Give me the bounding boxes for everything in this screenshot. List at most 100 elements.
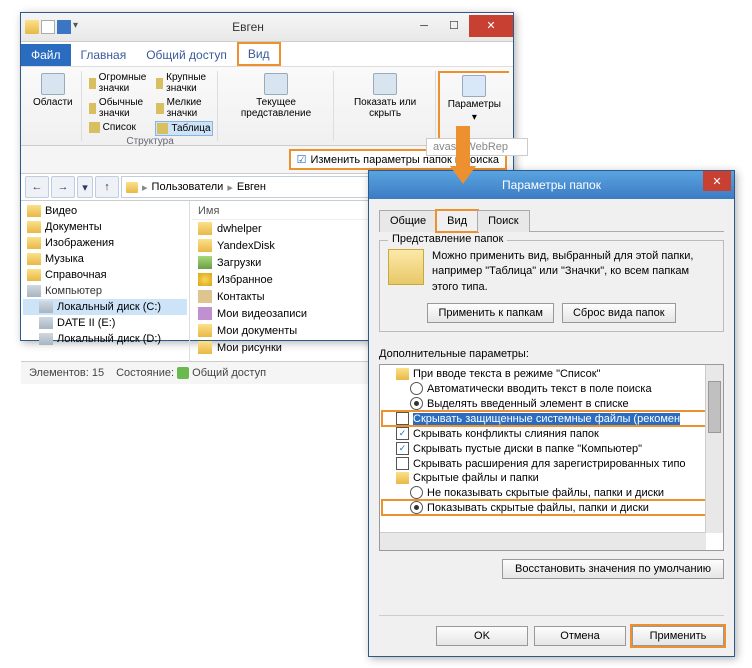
checkbox-icon[interactable] (396, 442, 409, 455)
radio-icon[interactable] (410, 397, 423, 410)
nav-up-button[interactable]: ↑ (95, 176, 119, 198)
tree-node[interactable]: Локальный диск (C:) (23, 299, 187, 315)
advanced-label: Дополнительные параметры: (379, 348, 724, 360)
view-normal[interactable]: Обычные значки (88, 96, 152, 120)
tab-view[interactable]: Вид (237, 42, 281, 66)
adv-setting-item[interactable]: При вводе текста в режиме "Список" (382, 367, 708, 381)
tree-node[interactable]: Видео (23, 203, 187, 219)
ribbon-tabs: Файл Главная Общий доступ Вид (21, 42, 513, 67)
view-list[interactable]: Список (88, 121, 152, 134)
dtab-general[interactable]: Общие (379, 210, 437, 232)
adv-setting-item[interactable]: Показывать скрытые файлы, папки и диски (382, 500, 708, 515)
breadcrumb-users[interactable]: Пользователи (152, 181, 224, 193)
tree-node[interactable]: Документы (23, 219, 187, 235)
view-list-right: Крупные значки Мелкие значки Таблица (155, 71, 212, 136)
qat-dropdown-icon[interactable]: ▾ (73, 20, 87, 34)
horizontal-scrollbar[interactable] (380, 532, 706, 550)
show-hide-button[interactable]: Показать или скрыть (340, 71, 431, 121)
layout-icon (156, 78, 163, 89)
radio-icon[interactable] (410, 382, 423, 395)
tree-node[interactable]: Справочная (23, 267, 187, 283)
group-label-layout: Структура (126, 136, 173, 147)
dialog-tabs: Общие Вид Поиск (379, 209, 724, 232)
adv-setting-item[interactable]: Скрывать конфликты слияния папок (382, 426, 708, 441)
dtab-search[interactable]: Поиск (477, 210, 529, 232)
address-bar[interactable]: ▸ Пользователи ▸ Евген (121, 176, 407, 198)
breadcrumb-current[interactable]: Евген (237, 181, 266, 193)
current-view-button[interactable]: Текущее представление (224, 71, 329, 121)
minimize-button[interactable]: ─ (409, 15, 439, 37)
view-huge[interactable]: Огромные значки (88, 71, 152, 95)
tab-share[interactable]: Общий доступ (136, 44, 237, 66)
view-small[interactable]: Мелкие значки (155, 96, 212, 120)
apply-button[interactable]: Применить (632, 626, 724, 646)
folder-icon (27, 205, 41, 217)
checkbox-option-icon: ☑ (297, 153, 307, 166)
dialog-title: Параметры папок (369, 178, 734, 192)
layout-icon (89, 122, 100, 133)
ribbon-group-current: Текущее представление (220, 71, 334, 141)
status-count: Элементов: 15 (29, 367, 104, 379)
tree-node[interactable]: DATE II (E:) (23, 315, 187, 331)
adv-setting-item[interactable]: Автоматически вводить текст в поле поиск… (382, 381, 708, 396)
adv-setting-item[interactable]: Не показывать скрытые файлы, папки и дис… (382, 485, 708, 500)
panes-icon (41, 73, 65, 95)
regions-button[interactable]: Области (29, 71, 77, 110)
save-icon (57, 20, 71, 34)
ok-button[interactable]: OK (436, 626, 528, 646)
qat-icons: ▾ (25, 20, 87, 34)
dialog-titlebar[interactable]: Параметры папок ✕ (369, 171, 734, 199)
maximize-button[interactable]: ☐ (439, 15, 469, 37)
drive-icon (39, 301, 53, 313)
vertical-scrollbar[interactable] (705, 365, 723, 533)
share-icon (177, 367, 189, 379)
checkbox-icon[interactable] (396, 412, 409, 425)
ribbon-group-layout: Огромные значки Обычные значки Список Кр… (84, 71, 218, 141)
advanced-settings-tree[interactable]: При вводе текста в режиме "Список"Автома… (379, 364, 724, 551)
checkbox-icon[interactable] (396, 427, 409, 440)
checkbox-icon[interactable] (396, 457, 409, 470)
nav-tree[interactable]: ВидеоДокументыИзображенияМузыкаСправочна… (21, 201, 190, 361)
folder-view-groupbox: Представление папок Можно применить вид,… (379, 240, 724, 332)
status-state: Состояние: Общий доступ (116, 367, 266, 379)
folder-icon (396, 368, 409, 380)
adv-setting-item[interactable]: Скрытые файлы и папки (382, 471, 708, 485)
nav-history-button[interactable]: ▾ (77, 176, 93, 198)
explorer-titlebar[interactable]: ▾ Евген ─ ☐ ✕ (21, 13, 513, 42)
radio-icon[interactable] (410, 486, 423, 499)
nav-back-button[interactable]: ← (25, 176, 49, 198)
tree-node[interactable]: Музыка (23, 251, 187, 267)
folder-options-dialog: Параметры папок ✕ Общие Вид Поиск Предст… (368, 170, 735, 657)
annotation-arrow-icon (450, 126, 476, 184)
tab-home[interactable]: Главная (71, 44, 137, 66)
apply-to-folders-button[interactable]: Применить к папкам (427, 303, 554, 323)
view-large[interactable]: Крупные значки (155, 71, 212, 95)
adv-setting-item[interactable]: Скрывать пустые диски в папке "Компьютер… (382, 441, 708, 456)
adv-setting-item[interactable]: Скрывать расширения для зарегистрированн… (382, 456, 708, 471)
layout-icon (157, 123, 168, 134)
reset-folders-button[interactable]: Сброс вида папок (562, 303, 676, 323)
dtab-view[interactable]: Вид (436, 210, 478, 232)
close-button[interactable]: ✕ (469, 15, 513, 37)
scrollbar-thumb[interactable] (708, 381, 721, 433)
radio-icon[interactable] (410, 501, 423, 514)
nav-forward-button[interactable]: → (51, 176, 75, 198)
dialog-buttons: OK Отмена Применить (379, 615, 724, 646)
window-controls: ─ ☐ ✕ (409, 18, 513, 37)
folder-types-icon (388, 249, 424, 285)
layout-icon (89, 78, 96, 89)
view-table[interactable]: Таблица (155, 121, 212, 136)
options-icon (462, 75, 486, 97)
adv-setting-item[interactable]: Скрывать защищенные системные файлы (рек… (382, 411, 708, 426)
cancel-button[interactable]: Отмена (534, 626, 626, 646)
tab-file[interactable]: Файл (21, 44, 71, 66)
folder-icon (27, 253, 41, 265)
tree-node[interactable]: Компьютер (23, 283, 187, 299)
restore-defaults-button[interactable]: Восстановить значения по умолчанию (502, 559, 724, 579)
dialog-close-button[interactable]: ✕ (703, 171, 731, 191)
options-button[interactable]: Параметры▾ (444, 73, 505, 125)
layout-icon (89, 103, 96, 114)
tree-node[interactable]: Локальный диск (D:) (23, 331, 187, 347)
tree-node[interactable]: Изображения (23, 235, 187, 251)
adv-setting-item[interactable]: Выделять введенный элемент в списке (382, 396, 708, 411)
